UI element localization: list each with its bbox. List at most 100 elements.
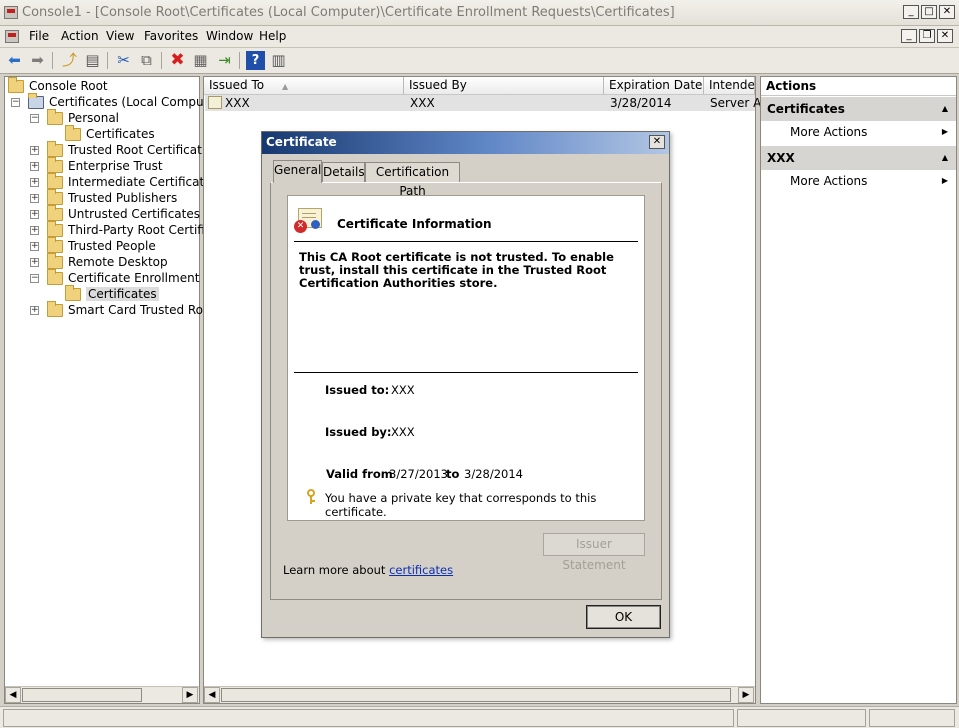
- tree-item-label: Untrusted Certificates: [68, 207, 200, 221]
- expand-icon[interactable]: +: [30, 306, 39, 315]
- show-action-pane-icon[interactable]: ▥: [269, 51, 288, 70]
- computer-certificates-icon: [28, 93, 44, 109]
- tree-item[interactable]: Certificates: [65, 125, 155, 142]
- scroll-thumb[interactable]: [22, 688, 142, 702]
- minimize-button[interactable]: _: [903, 5, 919, 19]
- show-hide-tree-icon[interactable]: ▤: [83, 51, 102, 70]
- scroll-thumb[interactable]: [221, 688, 731, 702]
- cell-issued-by: XXX: [410, 96, 435, 110]
- tree-item[interactable]: − Certificates (Local Computer): [11, 93, 225, 110]
- folder-icon: [47, 157, 63, 173]
- issued-to-value: XXX: [391, 383, 415, 397]
- certificate-icon: [208, 96, 222, 109]
- back-icon[interactable]: ⬅: [5, 51, 24, 70]
- expand-icon[interactable]: +: [30, 242, 39, 251]
- status-cell: [869, 709, 955, 727]
- toolbar: ⬅ ➡ ⤴ ▤ ✂ ⧉ ✖ ▦ ⇥ ? ▥: [0, 48, 959, 74]
- tab-general[interactable]: General: [273, 160, 322, 183]
- scroll-right-icon[interactable]: ▶: [182, 687, 198, 703]
- tree-item-label: Smart Card Trusted Roots: [68, 303, 222, 317]
- scroll-left-icon[interactable]: ◀: [204, 687, 220, 703]
- folder-icon: [47, 269, 63, 285]
- column-intended[interactable]: Intended: [704, 77, 755, 95]
- child-close-button[interactable]: ✕: [937, 29, 953, 43]
- sort-ascending-icon: ▲: [281, 82, 289, 91]
- column-issued-by[interactable]: Issued By: [404, 77, 604, 95]
- cell-expiration: 3/28/2014: [610, 96, 672, 110]
- tree-horizontal-scrollbar[interactable]: ◀ ▶: [5, 686, 199, 703]
- more-actions-item[interactable]: More Actions ▶: [761, 122, 956, 142]
- valid-to-label: to: [446, 467, 460, 481]
- tree-item[interactable]: + Untrusted Certificates: [30, 205, 200, 222]
- tab-panel-general: ✕ Certificate Information This CA Root c…: [270, 182, 662, 600]
- console-icon: [5, 30, 19, 43]
- column-expiration-date[interactable]: Expiration Date: [604, 77, 704, 95]
- tree-item[interactable]: + Smart Card Trusted Roots: [30, 301, 222, 318]
- expand-icon[interactable]: +: [30, 162, 39, 171]
- tab-details[interactable]: Details: [322, 162, 365, 183]
- divider: [294, 241, 638, 242]
- submenu-arrow-icon: ▶: [941, 127, 948, 136]
- tree-item[interactable]: + Trusted Publishers: [30, 189, 177, 206]
- collapse-icon[interactable]: −: [30, 114, 39, 123]
- menu-file[interactable]: File: [29, 29, 49, 43]
- expand-icon[interactable]: +: [30, 146, 39, 155]
- collapse-icon[interactable]: ▲: [942, 97, 948, 121]
- cut-icon[interactable]: ✂: [114, 51, 133, 70]
- tree-item[interactable]: + Trusted Root Certification A: [30, 141, 232, 158]
- delete-icon[interactable]: ✖: [168, 51, 187, 70]
- tree-item[interactable]: − Personal: [30, 109, 119, 126]
- actions-section-certificates[interactable]: Certificates ▲: [761, 97, 956, 121]
- menu-window[interactable]: Window: [206, 29, 253, 43]
- menu-help[interactable]: Help: [259, 29, 286, 43]
- issuer-statement-button[interactable]: Issuer Statement: [543, 533, 645, 572]
- tree-item[interactable]: + Remote Desktop: [30, 253, 168, 270]
- copy-icon[interactable]: ⧉: [137, 51, 156, 70]
- cell-issued-to: XXX: [225, 96, 250, 110]
- export-icon[interactable]: ⇥: [215, 51, 234, 70]
- dialog-title-bar: Certificate: [262, 132, 669, 154]
- expand-icon[interactable]: +: [30, 258, 39, 267]
- collapse-icon[interactable]: −: [30, 274, 39, 283]
- forward-icon[interactable]: ➡: [28, 51, 47, 70]
- scroll-left-icon[interactable]: ◀: [5, 687, 21, 703]
- actions-section-xxx[interactable]: XXX ▲: [761, 146, 956, 170]
- menu-action[interactable]: Action: [61, 29, 99, 43]
- tree-item[interactable]: + Enterprise Trust: [30, 157, 163, 174]
- results-horizontal-scrollbar[interactable]: ◀ ▶: [204, 686, 755, 703]
- tree-item[interactable]: Certificates: [65, 285, 159, 302]
- tree-item[interactable]: + Trusted People: [30, 237, 156, 254]
- menu-favorites[interactable]: Favorites: [144, 29, 198, 43]
- ok-button[interactable]: OK: [586, 605, 661, 629]
- column-issued-to[interactable]: Issued To ▲: [204, 77, 404, 95]
- expand-icon[interactable]: +: [30, 210, 39, 219]
- submenu-arrow-icon: ▶: [941, 176, 948, 185]
- tab-certification-path[interactable]: Certification Path: [365, 162, 460, 198]
- status-cell: [737, 709, 866, 727]
- collapse-icon[interactable]: −: [11, 98, 20, 107]
- child-restore-button[interactable]: ❐: [919, 29, 935, 43]
- title-bar: Console1 - [Console Root\Certificates (L…: [0, 0, 959, 26]
- up-folder-icon[interactable]: ⤴: [60, 51, 79, 70]
- menu-view[interactable]: View: [106, 29, 134, 43]
- certificate-error-icon: ✕: [294, 206, 322, 233]
- folder-icon: [47, 253, 63, 269]
- expand-icon[interactable]: +: [30, 226, 39, 235]
- child-minimize-button[interactable]: _: [901, 29, 917, 43]
- certificates-link[interactable]: certificates: [389, 563, 453, 577]
- help-icon[interactable]: ?: [246, 51, 265, 70]
- maximize-button[interactable]: □: [921, 5, 937, 19]
- learn-more-text: Learn more about certificates: [283, 563, 453, 577]
- scroll-right-icon[interactable]: ▶: [738, 687, 754, 703]
- folder-icon: [47, 301, 63, 317]
- properties-icon[interactable]: ▦: [191, 51, 210, 70]
- close-button[interactable]: ✕: [939, 5, 955, 19]
- expand-icon[interactable]: +: [30, 178, 39, 187]
- status-cell: [3, 709, 734, 727]
- tree-item[interactable]: Console Root: [8, 77, 108, 94]
- dialog-close-button[interactable]: ✕: [649, 135, 665, 149]
- collapse-icon[interactable]: ▲: [942, 146, 948, 170]
- expand-icon[interactable]: +: [30, 194, 39, 203]
- more-actions-item[interactable]: More Actions ▶: [761, 171, 956, 191]
- table-row[interactable]: XXX XXX 3/28/2014 Server Au: [205, 95, 769, 111]
